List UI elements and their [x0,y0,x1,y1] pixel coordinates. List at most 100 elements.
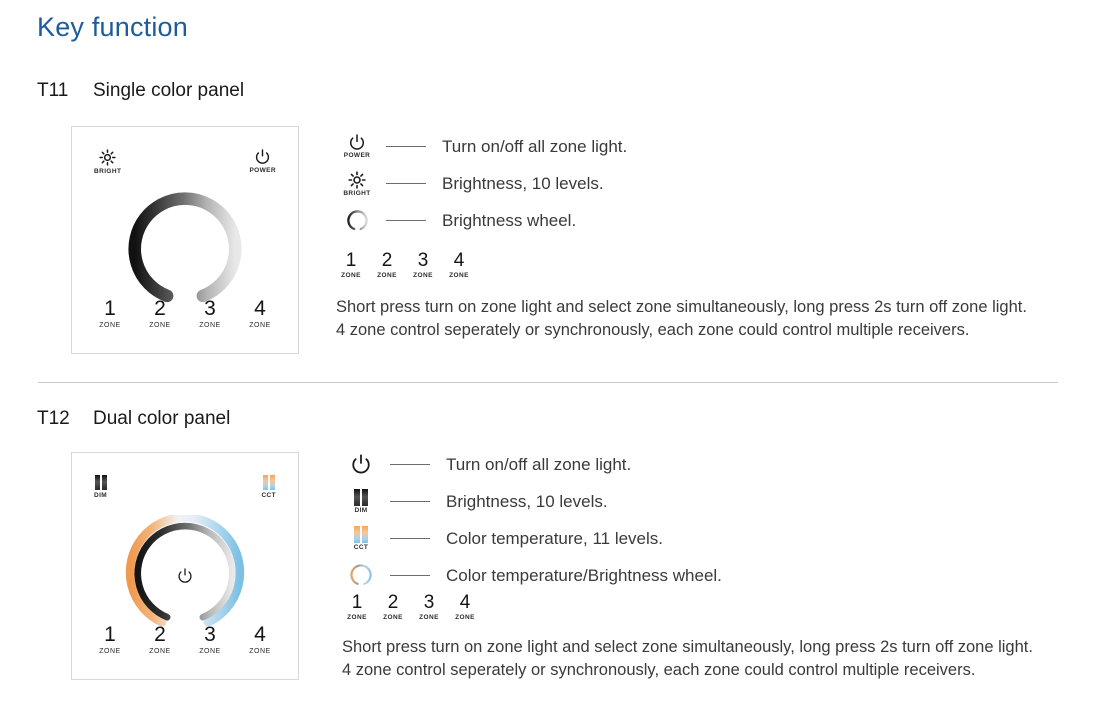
legend-text-power-t11: Turn on/off all zone light. [442,136,628,156]
legend-sublabel: POWER [343,152,371,159]
legend-dash [386,182,426,185]
zone-sublabel: ZONE [419,614,439,621]
zone-sublabel: ZONE [99,648,121,655]
legend-dash [390,463,430,466]
zone-row-t11: 1 ZONE 2 ZONE 3 ZONE 4 ZONE [90,297,280,329]
legend-dash [386,145,426,148]
legend-row-power-t12: Turn on/off all zone light. [340,446,722,483]
panel-bright-key-t11[interactable]: BRIGHT [94,149,121,175]
section-header-t11: T11 Single color panel [37,80,244,102]
zone-key-1-t12[interactable]: 1 ZONE [90,624,130,655]
legend-dash [390,500,430,503]
zone-sublabel: ZONE [99,322,121,329]
wheel-arc-color-icon [350,564,372,585]
zone-key-4-t12[interactable]: 4 ZONE [240,623,280,655]
legend-icon-bright-t11: BRIGHT [336,170,378,197]
section-header-t12: T12 Dual color panel [37,408,230,430]
zone-sublabel: ZONE [455,614,475,621]
device-panel-t12: DIM CCT 1 ZONE 2 ZONE 3 ZONE 4 ZONE [71,452,299,680]
section-divider [38,382,1058,383]
legend-zone-2-t11: 2 ZONE [376,250,398,279]
section-code-t12: T12 [37,408,70,429]
cct-bar [262,475,268,490]
brightness-wheel-t11[interactable] [127,191,243,307]
zone-key-3-t12[interactable]: 3 ZONE [190,623,230,655]
legend-sublabel: CCT [353,544,369,551]
legend-zone-1-t12: 1 ZONE [346,593,368,621]
cct-brightness-wheel-t12[interactable] [124,515,246,637]
zone-sublabel: ZONE [149,322,171,329]
legend-zone-2-t12: 2 ZONE [382,592,404,621]
legend-row-wheel-t11: Brightness wheel. [336,202,627,239]
zone-number: 4 [254,623,266,646]
section-name-t11: Single color panel [93,80,245,101]
zone-key-2-t12[interactable]: 2 ZONE [140,623,180,655]
section-name-t12: Dual color panel [93,408,231,429]
zone-sublabel: ZONE [383,614,403,621]
description-t11: Short press turn on zone light and selec… [336,298,1027,339]
zone-number: 2 [387,592,399,613]
legend-zone-1-t11: 1 ZONE [340,250,362,279]
power-icon [256,149,270,164]
legend-sublabel: BRIGHT [343,189,371,197]
legend-t12: Turn on/off all zone light. DIM Brightne… [340,446,722,594]
legend-zone-4-t12: 4 ZONE [454,592,476,621]
zone-sublabel: ZONE [249,648,271,655]
cct-bars-icon [262,475,275,490]
panel-bright-label-t11: BRIGHT [94,168,122,175]
legend-zones-t12: 1 ZONE 2 ZONE 3 ZONE 4 ZONE [346,592,476,621]
legend-text-power-t12: Turn on/off all zone light. [446,454,632,474]
key-function-page: Key function T11 Single color panel BRIG… [0,0,1096,711]
panel-dim-label-t12: DIM [94,492,108,499]
cct-bar [362,526,368,543]
cct-bar [354,526,360,543]
zone-number: 4 [459,592,471,613]
power-icon [350,134,364,150]
zone-number: 3 [204,297,216,320]
zone-key-4-t11[interactable]: 4 ZONE [240,297,280,329]
section-code-t11: T11 [37,80,69,101]
zone-number: 2 [381,250,393,271]
brightness-wheel-icon [128,192,242,303]
zone-sublabel: ZONE [341,272,361,279]
legend-icon-power-t12 [340,453,382,476]
zone-sublabel: ZONE [413,272,433,279]
description-t12: Short press turn on zone light and selec… [342,638,1033,679]
device-panel-t11: BRIGHT POWER 1 ZONE 2 ZONE 3 ZONE 4 ZONE [71,126,299,354]
legend-icon-dim-t12: DIM [340,489,382,514]
panel-dim-key-t12[interactable]: DIM [94,475,107,499]
panel-cct-label-t12: CCT [261,492,276,499]
legend-t11: POWER Turn on/off all zone light. BRIGHT… [336,128,627,239]
legend-zone-3-t11: 3 ZONE [412,251,434,279]
zone-key-1-t11[interactable]: 1 ZONE [90,298,130,329]
zone-number: 1 [345,250,357,271]
panel-power-label-t11: POWER [249,167,276,174]
panel-power-key-t11[interactable]: POWER [249,149,276,174]
panel-center-power-key-t12[interactable] [178,568,193,584]
zone-sublabel: ZONE [149,648,171,655]
zone-number: 4 [254,297,266,320]
dim-bar [362,489,368,506]
panel-cct-key-t12[interactable]: CCT [261,475,276,499]
zone-sublabel: ZONE [199,322,221,329]
zone-number: 3 [204,623,216,646]
legend-zone-4-t11: 4 ZONE [448,251,470,279]
zone-sublabel: ZONE [249,322,271,329]
zone-sublabel: ZONE [347,614,367,621]
zone-sublabel: ZONE [199,648,221,655]
zone-key-3-t11[interactable]: 3 ZONE [190,297,230,329]
zone-number: 2 [154,623,166,646]
legend-row-bright-t11: BRIGHT Brightness, 10 levels. [336,165,627,202]
sun-bright-icon [348,170,366,189]
zone-sublabel: ZONE [449,272,469,279]
zone-key-2-t11[interactable]: 2 ZONE [140,298,180,329]
legend-text-wheel-t11: Brightness wheel. [442,210,577,230]
zone-sublabel: ZONE [377,272,397,279]
legend-zone-3-t12: 3 ZONE [418,593,440,621]
legend-row-dim-t12: DIM Brightness, 10 levels. [340,483,722,520]
legend-text-dim-t12: Brightness, 10 levels. [446,491,608,511]
legend-zones-t11: 1 ZONE 2 ZONE 3 ZONE 4 ZONE [340,250,470,279]
cct-bar [269,475,275,490]
legend-icon-wheel-t12 [340,564,382,587]
legend-sublabel: DIM [354,507,368,514]
